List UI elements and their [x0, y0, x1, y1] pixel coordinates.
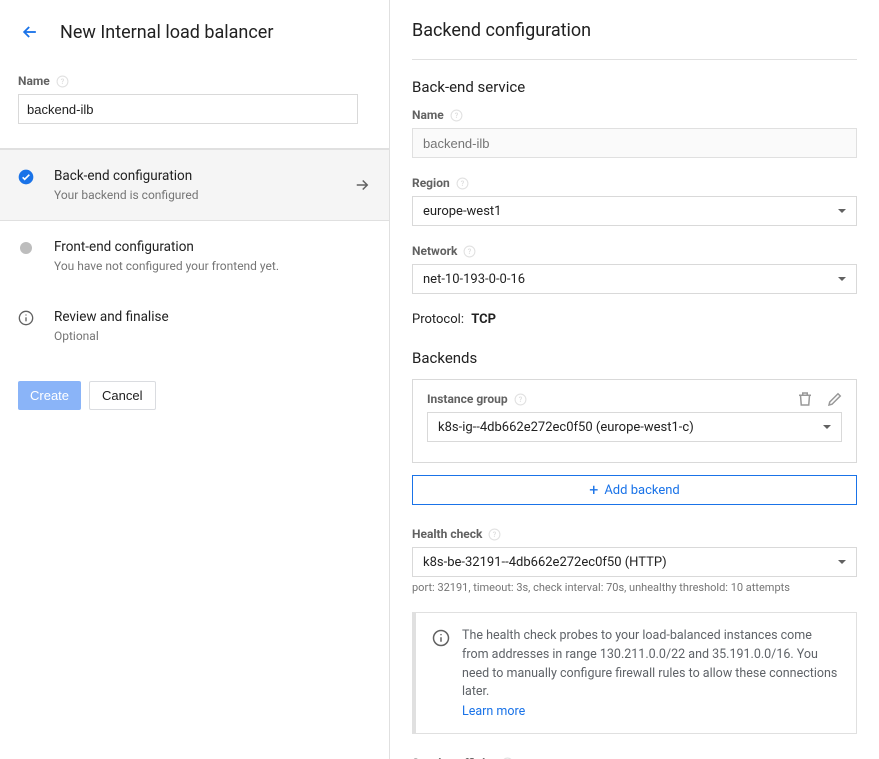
- cancel-button[interactable]: Cancel: [89, 381, 155, 410]
- help-icon[interactable]: ?: [450, 109, 463, 122]
- health-check-hint: port: 32191, timeout: 3s, check interval…: [412, 581, 857, 594]
- network-select[interactable]: net-10-193-0-0-16: [412, 264, 857, 294]
- health-check-info-box: The health check probes to your load-bal…: [412, 612, 857, 734]
- network-group: Network ? net-10-193-0-0-16: [412, 244, 857, 294]
- protocol-value: TCP: [471, 312, 496, 327]
- step-content: Back-end configuration Your backend is c…: [54, 168, 371, 202]
- help-icon[interactable]: ?: [463, 245, 476, 258]
- service-name-input: [412, 128, 857, 158]
- create-button[interactable]: Create: [18, 381, 81, 410]
- trash-icon[interactable]: [796, 390, 814, 408]
- step-backend-config[interactable]: Back-end configuration Your backend is c…: [0, 149, 389, 221]
- help-icon[interactable]: ?: [488, 528, 501, 541]
- chevron-down-icon: [838, 277, 846, 281]
- chevron-down-icon: [838, 560, 846, 564]
- step-content: Front-end configuration You have not con…: [54, 239, 371, 273]
- left-header: New Internal load balancer: [0, 0, 389, 64]
- info-icon: [18, 310, 34, 326]
- step-desc: Your backend is configured: [54, 188, 371, 202]
- network-label: Network: [412, 244, 457, 258]
- health-check-select[interactable]: k8s-be-32191--4db662e272ec0f50 (HTTP): [412, 547, 857, 577]
- plus-icon: +: [589, 482, 598, 498]
- step-title: Front-end configuration: [54, 239, 371, 255]
- chevron-down-icon: [823, 425, 831, 429]
- svg-text:?: ?: [518, 395, 522, 404]
- name-label: Name: [18, 74, 50, 88]
- help-icon[interactable]: ?: [56, 75, 69, 88]
- instance-group-select[interactable]: k8s-ig--4db662e272ec0f50 (europe-west1-c…: [427, 412, 842, 442]
- svg-text:?: ?: [468, 247, 472, 256]
- right-title: Backend configuration: [412, 20, 857, 60]
- info-icon: [432, 629, 450, 647]
- protocol-row: Protocol: TCP: [412, 312, 857, 327]
- protocol-label: Protocol:: [412, 312, 464, 327]
- left-panel: New Internal load balancer Name ? Back-e…: [0, 0, 390, 759]
- pencil-icon[interactable]: [826, 390, 844, 408]
- step-desc: You have not configured your frontend ye…: [54, 259, 371, 273]
- card-actions: [796, 390, 844, 408]
- add-backend-button[interactable]: + Add backend: [412, 475, 857, 505]
- step-title: Review and finalise: [54, 309, 371, 325]
- step-desc: Optional: [54, 329, 371, 343]
- health-check-value: k8s-be-32191--4db662e272ec0f50 (HTTP): [423, 555, 667, 570]
- info-text: The health check probes to your load-bal…: [462, 627, 840, 702]
- label-row: Health check ?: [412, 527, 857, 541]
- svg-text:?: ?: [460, 179, 464, 188]
- help-icon[interactable]: ?: [514, 393, 527, 406]
- arrow-right-icon: [353, 176, 371, 194]
- label-row: Region ?: [412, 176, 857, 190]
- service-name-group: Name ?: [412, 108, 857, 158]
- region-select[interactable]: europe-west1: [412, 196, 857, 226]
- page-title: New Internal load balancer: [60, 22, 273, 43]
- step-frontend-config[interactable]: Front-end configuration You have not con…: [0, 221, 389, 291]
- backends-heading: Backends: [412, 349, 857, 367]
- step-review-finalise[interactable]: Review and finalise Optional: [0, 291, 389, 361]
- label-row: Instance group ?: [427, 392, 842, 406]
- svg-text:?: ?: [455, 111, 459, 120]
- label-row: Network ?: [412, 244, 857, 258]
- region-group: Region ? europe-west1: [412, 176, 857, 226]
- svg-text:?: ?: [493, 530, 497, 539]
- instance-group-label: Instance group: [427, 392, 508, 406]
- step-title: Back-end configuration: [54, 168, 371, 184]
- step-list: Back-end configuration Your backend is c…: [0, 149, 389, 361]
- chevron-down-icon: [838, 209, 846, 213]
- info-content: The health check probes to your load-bal…: [462, 627, 840, 719]
- learn-more-link[interactable]: Learn more: [462, 704, 525, 719]
- lb-name-input[interactable]: [18, 94, 358, 124]
- circle-icon: [20, 242, 32, 254]
- region-label: Region: [412, 176, 450, 190]
- backend-service-heading: Back-end service: [412, 78, 857, 96]
- network-value: net-10-193-0-0-16: [423, 272, 525, 287]
- svg-text:?: ?: [61, 77, 65, 86]
- add-backend-label: Add backend: [604, 483, 679, 498]
- label-row: Name ?: [412, 108, 857, 122]
- instance-group-value: k8s-ig--4db662e272ec0f50 (europe-west1-c…: [438, 420, 694, 435]
- help-icon[interactable]: ?: [456, 177, 469, 190]
- service-name-label: Name: [412, 108, 444, 122]
- backend-card: Instance group ? k8s-ig--4db662e272ec0f5…: [412, 379, 857, 463]
- right-panel: Backend configuration Back-end service N…: [390, 0, 879, 759]
- health-check-group: Health check ? k8s-be-32191--4db662e272e…: [412, 527, 857, 594]
- step-content: Review and finalise Optional: [54, 309, 371, 343]
- health-check-label: Health check: [412, 527, 482, 541]
- lb-name-section: Name ?: [0, 64, 389, 149]
- arrow-left-icon: [20, 22, 40, 42]
- check-circle-icon: [18, 169, 34, 185]
- action-row: Create Cancel: [0, 361, 389, 430]
- back-arrow-button[interactable]: [18, 20, 42, 44]
- region-value: europe-west1: [423, 204, 501, 219]
- name-label-row: Name ?: [18, 74, 371, 88]
